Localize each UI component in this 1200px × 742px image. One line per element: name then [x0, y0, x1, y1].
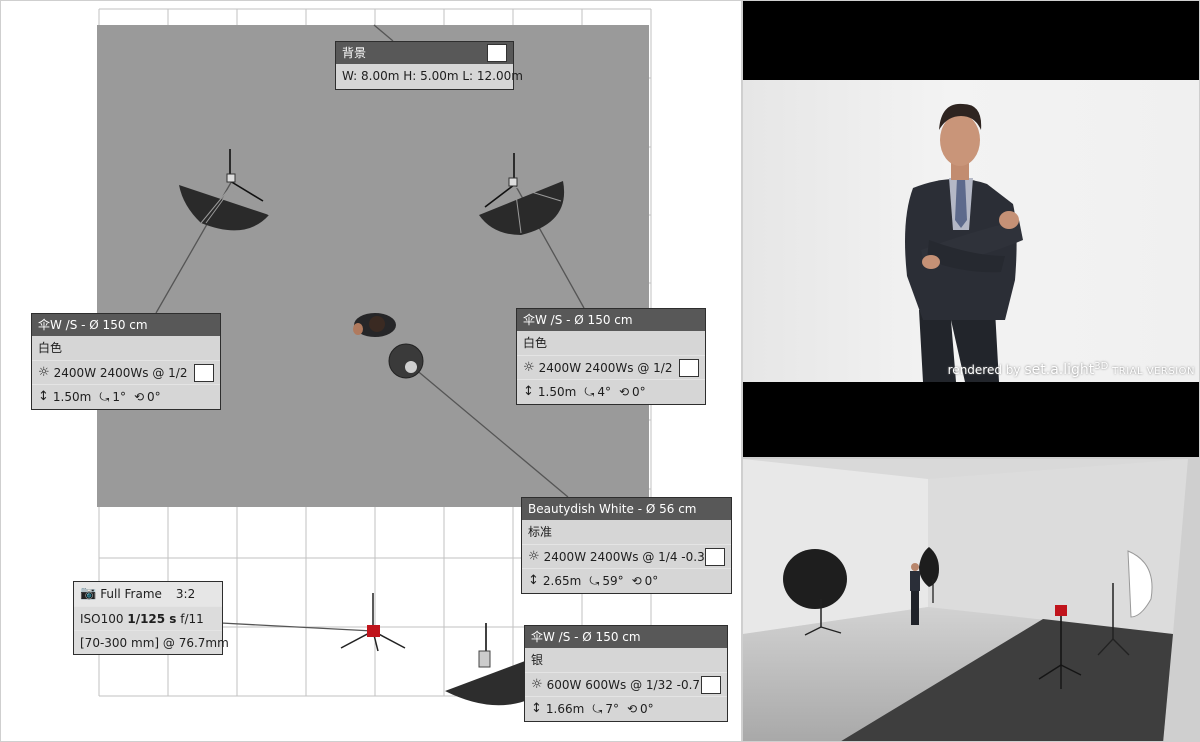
light-panel-3-height: 2.65m: [542, 574, 582, 588]
light-panel-1-power-row: ☼ 2400W 2400Ws @ 1/2: [32, 360, 220, 384]
light-panel-2-title: 伞W /S - Ø 150 cm: [517, 309, 705, 331]
tilt-icon: ⤿: [592, 702, 603, 716]
backdrop-info-panel[interactable]: 背景 W: 8.00m H: 5.00m L: 12.00m: [335, 41, 523, 90]
light-panel-3-tilt: 59°: [602, 574, 624, 588]
render-watermark: rendered by set.a.light3D TRIAL VERSION: [948, 361, 1195, 378]
light-panel-1[interactable]: 伞W /S - Ø 150 cm 白色 ☼ 2400W 2400Ws @ 1/2 …: [31, 313, 221, 410]
camera-exposure-row: ISO100 1/125 s f/11: [74, 606, 222, 630]
sun-icon: ☼: [38, 365, 50, 380]
light-panel-4-rotation: 0°: [640, 702, 654, 716]
light-panel-3-color-swatch[interactable]: [705, 548, 725, 566]
studio-3d-view[interactable]: [742, 458, 1200, 742]
rotation-icon: ⟲: [618, 385, 630, 399]
light-panel-1-position-row: ↕ 1.50m ⤿ 1° ⟲ 0°: [32, 384, 220, 408]
watermark-prefix: rendered by: [947, 363, 1021, 377]
backdrop-info-header: 背景: [336, 42, 513, 64]
height-arrows-icon: ↕: [528, 573, 539, 588]
sun-icon: ☼: [531, 677, 543, 692]
3d-model-figure: [910, 563, 920, 625]
rendered-model-image: [905, 103, 1023, 382]
light-panel-4-height: 1.66m: [545, 702, 585, 716]
light-panel-2-rotation: 0°: [632, 385, 646, 399]
render-image: rendered by set.a.light3D TRIAL VERSION: [743, 80, 1199, 382]
camera-icon: 📷: [80, 586, 97, 601]
tilt-icon: ⤿: [589, 574, 600, 588]
watermark-brand: set.a.light: [1024, 362, 1095, 378]
camera-ratio: 3:2: [175, 587, 196, 601]
light-panel-3[interactable]: Beautydish White - Ø 56 cm 标准 ☼ 2400W 240…: [521, 497, 732, 594]
camera-sensor: Full Frame: [100, 587, 162, 601]
light-panel-2-position-row: ↕ 1.50m ⤿ 4° ⟲ 0°: [517, 379, 705, 403]
light-panel-4-color-swatch[interactable]: [701, 676, 721, 694]
rotation-icon: ⟲: [133, 390, 145, 404]
sun-icon: ☼: [523, 360, 535, 375]
camera-aperture: f/11: [180, 612, 204, 626]
light-panel-1-rotation: 0°: [147, 390, 161, 404]
light-panel-3-modifier: 标准: [528, 525, 553, 539]
light-panel-2-modifier: 白色: [523, 336, 548, 350]
light-panel-2[interactable]: 伞W /S - Ø 150 cm 白色 ☼ 2400W 2400Ws @ 1/2 …: [516, 308, 706, 405]
tilt-icon: ⤿: [584, 385, 595, 399]
light-panel-1-tilt: 1°: [112, 390, 126, 404]
light-panel-3-position-row: ↕ 2.65m ⤿ 59° ⟲ 0°: [522, 568, 731, 592]
sun-icon: ☼: [528, 549, 540, 564]
camera-panel[interactable]: 📷 Full Frame 3:2 ISO100 1/125 s f/11 [70-3…: [73, 581, 229, 655]
backdrop-color-swatch[interactable]: [487, 44, 507, 62]
light-panel-4[interactable]: 伞W /S - Ø 150 cm 银 ☼ 600W 600Ws @ 1/32 -0…: [524, 625, 728, 722]
light-panel-1-modifier: 白色: [38, 341, 63, 355]
camera-iso: ISO100: [80, 612, 124, 626]
rotation-icon: ⟲: [631, 574, 642, 588]
rotation-icon: ⟲: [626, 702, 638, 716]
light-panel-2-color-swatch[interactable]: [679, 359, 699, 377]
height-arrows-icon: ↕: [523, 384, 534, 399]
height-arrows-icon: ↕: [531, 701, 542, 716]
light-panel-2-power: 2400W 2400Ws @ 1/2: [538, 361, 673, 375]
light-panel-3-power: 2400W 2400Ws @ 1/4 -0.3: [543, 550, 705, 564]
camera-lens-row: [70-300 mm] @ 76.7mm: [74, 630, 229, 654]
light-panel-3-rotation: 0°: [644, 574, 659, 588]
light-panel-1-power: 2400W 2400Ws @ 1/2: [53, 366, 188, 380]
beauty-dish-light[interactable]: [388, 343, 424, 379]
light-panel-4-title: 伞W /S - Ø 150 cm: [525, 626, 727, 648]
backdrop-dimensions: W: 8.00m H: 5.00m L: 12.00m: [342, 69, 523, 83]
studio-3d-scene: [743, 459, 1199, 741]
light-panel-3-power-row: ☼ 2400W 2400Ws @ 1/4 -0.3: [522, 544, 731, 568]
watermark-trial: TRIAL VERSION: [1112, 366, 1195, 377]
light-panel-4-power-row: ☼ 600W 600Ws @ 1/32 -0.7: [525, 672, 727, 696]
light-panel-4-position-row: ↕ 1.66m ⤿ 7° ⟲ 0°: [525, 696, 727, 720]
light-panel-1-title: 伞W /S - Ø 150 cm: [32, 314, 220, 336]
light-panel-1-height: 1.50m: [52, 390, 92, 404]
height-arrows-icon: ↕: [38, 389, 49, 404]
camera-shutter: 1/125 s: [127, 612, 177, 626]
backdrop-label: 背景: [342, 46, 367, 60]
light-panel-3-title: Beautydish White - Ø 56 cm: [522, 498, 731, 520]
floorplan-canvas[interactable]: 背景 W: 8.00m H: 5.00m L: 12.00m 伞W /S - Ø…: [0, 0, 742, 742]
light-panel-4-tilt: 7°: [605, 702, 619, 716]
camera-sensor-row: 📷 Full Frame 3:2: [74, 582, 222, 606]
backdrop-area[interactable]: [97, 25, 649, 507]
camera-on-tripod[interactable]: [340, 593, 406, 652]
light-panel-4-power: 600W 600Ws @ 1/32 -0.7: [546, 678, 701, 692]
light-panel-2-power-row: ☼ 2400W 2400Ws @ 1/2: [517, 355, 705, 379]
light-panel-4-modifier: 银: [531, 653, 544, 667]
watermark-3d: 3D: [1094, 361, 1109, 372]
tilt-icon: ⤿: [99, 390, 110, 404]
render-preview[interactable]: rendered by set.a.light3D TRIAL VERSION: [742, 0, 1200, 458]
light-panel-2-height: 1.50m: [537, 385, 577, 399]
light-panel-1-color-swatch[interactable]: [194, 364, 214, 382]
light-panel-2-tilt: 4°: [597, 385, 611, 399]
